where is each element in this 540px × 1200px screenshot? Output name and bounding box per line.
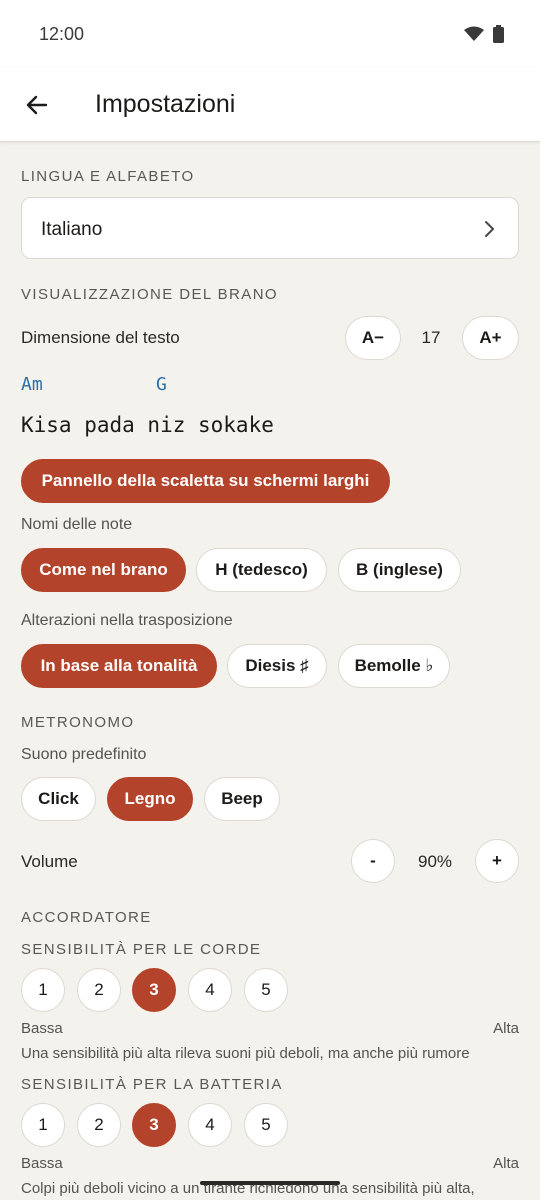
- drums-sensitivity-option[interactable]: 2: [77, 1103, 121, 1147]
- text-size-value: 17: [421, 328, 441, 347]
- language-value: Italiano: [41, 219, 103, 240]
- volume-increase-button[interactable]: +: [475, 839, 519, 883]
- accidentals-option[interactable]: Diesis ♯: [227, 644, 327, 688]
- sound-option[interactable]: Legno: [107, 777, 193, 821]
- section-metronome: METRONOMO: [21, 714, 135, 731]
- sound-option[interactable]: Click: [21, 777, 96, 821]
- status-bar: 12:00: [0, 0, 540, 68]
- note-names-label: Nomi delle note: [21, 516, 133, 533]
- strings-sensitivity-label: SENSIBILITÀ PER LE CORDE: [21, 941, 262, 958]
- volume-value: 90%: [417, 852, 453, 871]
- section-tuner: ACCORDATORE: [21, 909, 152, 926]
- language-select[interactable]: Italiano: [21, 197, 519, 259]
- strings-sensitivity-option[interactable]: 1: [21, 968, 65, 1012]
- volume-label: Volume: [21, 852, 78, 871]
- drums-sensitivity-option[interactable]: 4: [188, 1103, 232, 1147]
- strings-sensitivity-option[interactable]: 4: [188, 968, 232, 1012]
- strings-high-label: Alta: [493, 1020, 519, 1037]
- accidentals-option[interactable]: In base alla tonalità: [21, 644, 217, 688]
- accidentals-label: Alterazioni nella trasposizione: [21, 612, 233, 629]
- home-indicator[interactable]: [200, 1181, 340, 1185]
- section-display: VISUALIZZAZIONE DEL BRANO: [21, 286, 278, 303]
- drums-high-label: Alta: [493, 1155, 519, 1172]
- drums-sensitivity-option[interactable]: 3: [132, 1103, 176, 1147]
- strings-hint: Una sensibilità più alta rileva suoni pi…: [21, 1045, 470, 1062]
- setlist-panel-toggle[interactable]: Pannello della scaletta su schermi largh…: [21, 459, 390, 503]
- status-time: 12:00: [39, 24, 85, 44]
- preview-chord: G: [156, 374, 167, 395]
- drums-sensitivity-option[interactable]: 5: [244, 1103, 288, 1147]
- drums-sensitivity-option[interactable]: 1: [21, 1103, 65, 1147]
- battery-icon: [493, 25, 504, 43]
- drums-low-label: Bassa: [21, 1155, 63, 1172]
- accidentals-option[interactable]: Bemolle ♭: [338, 644, 450, 688]
- text-size-increase-button[interactable]: A+: [462, 316, 519, 360]
- arrow-back-icon: [26, 95, 48, 115]
- text-size-label: Dimensione del testo: [21, 328, 180, 347]
- sound-label: Suono predefinito: [21, 746, 147, 763]
- strings-sensitivity-option[interactable]: 5: [244, 968, 288, 1012]
- back-button[interactable]: [18, 86, 56, 124]
- strings-low-label: Bassa: [21, 1020, 63, 1037]
- note-names-option[interactable]: B (inglese): [338, 548, 461, 592]
- page-title: Impostazioni: [95, 90, 236, 118]
- status-icons: [464, 25, 504, 43]
- volume-decrease-button[interactable]: -: [351, 839, 395, 883]
- wifi-icon: [464, 26, 484, 41]
- app-bar: Impostazioni: [0, 68, 540, 142]
- preview-lyric: Kisa pada niz sokake: [21, 413, 274, 437]
- strings-sensitivity-option[interactable]: 2: [77, 968, 121, 1012]
- section-language: LINGUA E ALFABETO: [21, 168, 195, 185]
- sound-option[interactable]: Beep: [204, 777, 280, 821]
- preview-chord: Am: [21, 374, 43, 395]
- drums-sensitivity-label: SENSIBILITÀ PER LA BATTERIA: [21, 1076, 283, 1093]
- note-names-option[interactable]: Come nel brano: [21, 548, 186, 592]
- chevron-right-icon: [485, 221, 494, 237]
- strings-sensitivity-option[interactable]: 3: [132, 968, 176, 1012]
- text-size-decrease-button[interactable]: A−: [345, 316, 401, 360]
- note-names-option[interactable]: H (tedesco): [196, 548, 327, 592]
